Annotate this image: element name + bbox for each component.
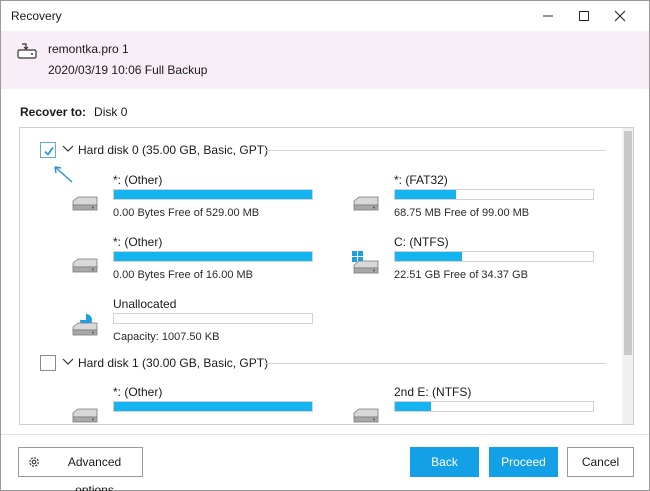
usage-fill xyxy=(395,252,463,261)
windows-hdd-icon xyxy=(352,251,379,274)
recover-to-label: Recover to: xyxy=(20,105,87,119)
disk-0-checkbox[interactable] xyxy=(40,142,56,158)
partition-item[interactable]: C: (NTFS) 22.51 GB Free of 34.37 GB xyxy=(351,235,594,285)
hdd-icon xyxy=(72,408,98,423)
disk-1-checkbox[interactable] xyxy=(40,355,56,371)
usage-bar xyxy=(113,251,313,262)
title-bar: Recovery xyxy=(1,1,649,31)
minimize-icon xyxy=(543,15,553,17)
disk-0-label: Hard disk 0 (35.00 GB, Basic, GPT) xyxy=(78,143,269,157)
partition-item[interactable]: *: (Other) xyxy=(70,385,313,424)
usage-bar xyxy=(394,251,594,262)
back-button[interactable]: Back xyxy=(410,447,479,477)
disk-backup-icon xyxy=(17,43,37,59)
hdd-icon xyxy=(72,258,98,273)
usage-bar xyxy=(113,189,313,200)
cancel-button[interactable]: Cancel xyxy=(567,447,634,477)
close-button[interactable] xyxy=(603,1,637,31)
vertical-scrollbar[interactable] xyxy=(622,128,633,424)
backup-info-header: remontka.pro 1 2020/03/19 10:06 Full Bac… xyxy=(1,31,649,89)
partition-item[interactable]: 2nd E: (NTFS) xyxy=(351,385,594,424)
recovery-window: Recovery remontka.pro 1 2020/03/19 10:06… xyxy=(0,0,650,491)
advanced-options-label: Advanced options xyxy=(67,455,122,491)
usage-fill xyxy=(114,402,312,411)
usage-fill xyxy=(114,190,312,199)
hdd-icon xyxy=(353,196,379,211)
partition-item[interactable]: *: (Other) 0.00 Bytes Free of 16.00 MB xyxy=(70,235,313,285)
advanced-options-button[interactable]: Advanced options xyxy=(18,447,143,491)
footer-divider xyxy=(1,434,649,435)
partition-name: 2nd E: (NTFS) xyxy=(394,385,472,399)
recover-to-row: Recover to: Disk 0 xyxy=(20,105,127,119)
backup-name: remontka.pro 1 xyxy=(48,42,129,56)
disk-1-label: Hard disk 1 (30.00 GB, Basic, GPT) xyxy=(78,356,269,370)
disk-row-0[interactable]: Hard disk 0 (35.00 GB, Basic, GPT) xyxy=(20,139,610,161)
partition-item[interactable]: *: (Other) 0.00 Bytes Free of 529.00 MB xyxy=(70,173,313,223)
hdd-icon xyxy=(72,196,98,211)
divider-line xyxy=(264,363,606,364)
disk-row-1[interactable]: Hard disk 1 (30.00 GB, Basic, GPT) xyxy=(20,352,610,374)
partition-info: 22.51 GB Free of 34.37 GB xyxy=(394,269,528,281)
maximize-icon xyxy=(579,11,589,21)
usage-fill xyxy=(395,190,457,199)
partition-info: 68.75 MB Free of 99.00 MB xyxy=(394,207,530,219)
chevron-down-icon[interactable] xyxy=(62,144,74,154)
scrollbar-thumb[interactable] xyxy=(624,131,632,355)
close-icon xyxy=(614,10,626,22)
partition-info: 0.00 Bytes Free of 529.00 MB xyxy=(113,207,260,219)
partition-info: 0.00 Bytes Free of 16.00 MB xyxy=(113,269,254,281)
partition-name: C: (NTFS) xyxy=(394,235,449,249)
partition-item[interactable]: Unallocated Capacity: 1007.50 KB xyxy=(70,297,313,347)
window-title: Recovery xyxy=(11,9,62,23)
disk-list-panel[interactable]: Hard disk 0 (35.00 GB, Basic, GPT) *: (O… xyxy=(19,127,634,425)
usage-bar xyxy=(394,401,594,412)
check-icon xyxy=(44,147,54,156)
partition-name: *: (Other) xyxy=(113,235,163,249)
partition-name: *: (Other) xyxy=(113,385,163,399)
hdd-icon xyxy=(353,408,379,423)
maximize-button[interactable] xyxy=(567,1,601,31)
recover-to-value: Disk 0 xyxy=(94,105,128,119)
usage-bar xyxy=(113,401,313,412)
chevron-down-icon[interactable] xyxy=(62,357,74,367)
partition-name: *: (Other) xyxy=(113,173,163,187)
partition-item[interactable]: *: (FAT32) 68.75 MB Free of 99.00 MB xyxy=(351,173,594,223)
partition-name: Unallocated xyxy=(113,297,177,311)
unallocated-icon xyxy=(72,314,98,336)
usage-fill xyxy=(395,402,431,411)
usage-bar xyxy=(113,313,313,324)
partition-info: Capacity: 1007.50 KB xyxy=(113,331,220,343)
backup-date: 2020/03/19 10:06 Full Backup xyxy=(48,63,208,77)
partition-name: *: (FAT32) xyxy=(394,173,448,187)
proceed-button[interactable]: Proceed xyxy=(489,447,558,477)
minimize-button[interactable] xyxy=(531,1,565,31)
divider-line xyxy=(264,150,606,151)
usage-bar xyxy=(394,189,594,200)
gear-icon xyxy=(29,457,39,467)
usage-fill xyxy=(114,252,312,261)
